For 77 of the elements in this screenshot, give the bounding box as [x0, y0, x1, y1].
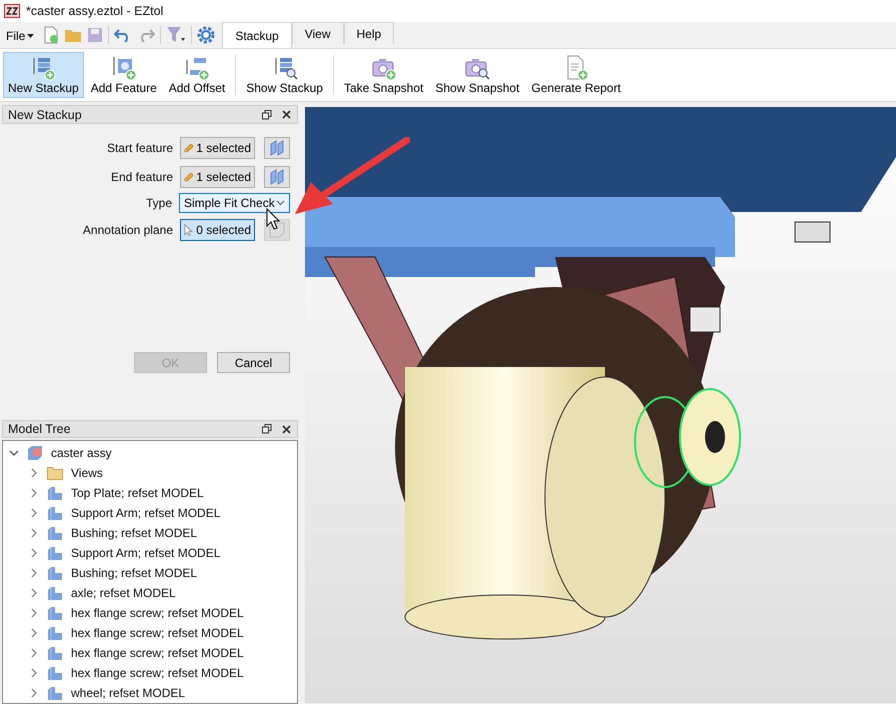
ribbon-button[interactable]: Generate Report [526, 52, 626, 98]
ribbon-button[interactable]: Add Offset [164, 52, 230, 98]
part-icon [47, 585, 63, 601]
ribbon-button[interactable]: New Stackup [3, 52, 84, 98]
type-dropdown[interactable]: Simple Fit Check [179, 193, 290, 213]
tree-item[interactable]: hex flange screw; refset MODEL [71, 606, 244, 620]
planes-icon [270, 140, 284, 156]
part-icon [47, 665, 63, 681]
chevron-icon[interactable] [29, 568, 39, 578]
tree-item[interactable]: Bushing; refset MODEL [71, 526, 198, 540]
chevron-icon[interactable] [29, 468, 39, 478]
tree-item[interactable]: Views [71, 466, 103, 480]
chevron-icon[interactable] [29, 548, 39, 558]
selection-picker[interactable]: 1 selected [180, 166, 255, 188]
panel-title: Model Tree [8, 422, 71, 436]
tree-item[interactable]: Support Arm; refset MODEL [71, 506, 220, 520]
field-label: End feature [110, 170, 173, 184]
ribbon-button[interactable]: Take Snapshot [338, 52, 428, 98]
settings-icon[interactable] [197, 26, 216, 44]
part-icon [47, 485, 63, 501]
cancel-button[interactable]: Cancel [217, 352, 290, 373]
part-icon [47, 545, 63, 561]
part-icon [47, 525, 63, 541]
tree-item[interactable]: Top Plate; refset MODEL [71, 486, 204, 500]
part-icon [47, 645, 63, 661]
field-label: Type [146, 196, 172, 210]
assembly-icon [27, 445, 43, 461]
tree-item[interactable]: wheel; refset MODEL [71, 686, 186, 700]
part-icon [47, 605, 63, 621]
chevron-icon[interactable] [29, 588, 39, 598]
ribbon-button[interactable]: Show Snapshot [430, 52, 524, 98]
selection-picker[interactable]: 0 selected [180, 218, 255, 240]
filter-icon[interactable] [166, 26, 186, 44]
chevron-icon[interactable] [29, 648, 39, 658]
file-menu[interactable]: File [2, 24, 38, 48]
ribbon-tab[interactable]: Help [344, 22, 394, 44]
pointer-icon [184, 222, 194, 238]
chevron-icon[interactable] [29, 608, 39, 618]
chevron-icon[interactable] [29, 628, 39, 638]
part-icon [47, 625, 63, 641]
planes-icon [270, 168, 284, 184]
save-icon[interactable] [87, 27, 104, 43]
app-logo-icon [4, 4, 20, 18]
ribbon-tab[interactable]: View [292, 22, 344, 44]
chevron-icon[interactable] [29, 688, 39, 698]
restore-icon[interactable] [262, 424, 272, 434]
tree-item[interactable]: hex flange screw; refset MODEL [71, 626, 244, 640]
chevron-icon[interactable] [9, 448, 19, 458]
tree-item[interactable]: Bushing; refset MODEL [71, 566, 198, 580]
chevron-icon[interactable] [29, 668, 39, 678]
chevron-icon[interactable] [29, 508, 39, 518]
tree-item[interactable]: Support Arm; refset MODEL [71, 546, 220, 560]
tree-item[interactable]: hex flange screw; refset MODEL [71, 646, 244, 660]
tree-item[interactable]: hex flange screw; refset MODEL [71, 666, 244, 680]
caret-icon [27, 34, 34, 38]
close-icon[interactable] [282, 424, 291, 434]
part-icon [47, 565, 63, 581]
part-icon [47, 685, 63, 701]
restore-icon[interactable] [262, 110, 272, 120]
ribbon-button[interactable]: Add Feature [86, 52, 162, 98]
new-file-icon[interactable] [43, 26, 60, 44]
folder-icon [47, 466, 63, 480]
chevron-icon[interactable] [29, 528, 39, 538]
field-label: Annotation plane [82, 222, 173, 236]
tree-item[interactable]: caster assy [51, 446, 112, 460]
window-title: *caster assy.eztol - EZtol [26, 4, 164, 18]
mouse-cursor-icon [266, 208, 280, 230]
selection-picker[interactable]: 1 selected [180, 136, 255, 158]
ribbon-button[interactable]: Show Stackup [241, 52, 328, 98]
tree-item[interactable]: axle; refset MODEL [71, 586, 176, 600]
field-label: Start feature [106, 140, 173, 154]
close-icon[interactable] [282, 110, 291, 119]
part-icon [47, 505, 63, 521]
ribbon-tab[interactable]: Stackup [222, 22, 292, 48]
chevron-icon[interactable] [29, 488, 39, 498]
panel-title: New Stackup [8, 108, 82, 122]
chevron-icon [276, 200, 285, 206]
